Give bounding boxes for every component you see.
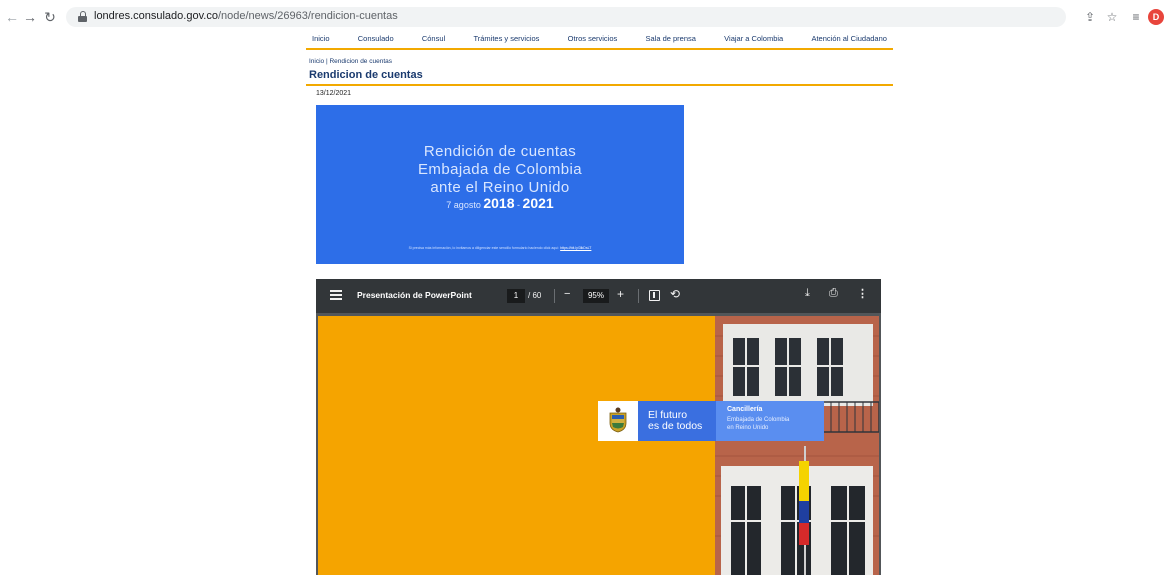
reload-icon[interactable]: ↻	[42, 9, 58, 25]
nav-item-inicio[interactable]: Inicio	[312, 34, 330, 48]
more-vertical-icon[interactable]: ⋮	[857, 287, 868, 300]
nav-item-tramites[interactable]: Trámites y servicios	[473, 34, 539, 48]
reading-list-icon[interactable]: ≡	[1128, 9, 1144, 25]
forward-icon[interactable]: →	[22, 9, 38, 25]
motto-text: El futuro es de todos	[648, 410, 702, 432]
banner-note-text: Si precisa más información, lo invitamos…	[408, 246, 560, 250]
org-subtitle: Embajada de Colombia en Reino Unido	[727, 416, 789, 432]
page-title: Rendicion de cuentas	[309, 69, 423, 81]
fit-page-icon[interactable]	[649, 290, 660, 301]
cancilleria-label-block: Cancillería Embajada de Colombia en Rein…	[716, 401, 824, 441]
back-icon[interactable]: ←	[4, 9, 20, 25]
logo-background	[598, 401, 638, 441]
year-separator: -	[517, 200, 521, 210]
org-line-1: Embajada de Colombia	[727, 417, 790, 423]
breadcrumb[interactable]: Inicio | Rendicion de cuentas	[309, 58, 392, 65]
org-line-2: en Reino Unido	[727, 425, 769, 431]
url-path: /node/news/26963/rendicion-cuentas	[217, 10, 398, 22]
motto-line-2: es de todos	[648, 420, 703, 432]
url-host: londres.consulado.gov.co	[94, 10, 218, 22]
banner-period: 7 agosto 2018 - 2021	[316, 195, 684, 211]
nav-item-sala-de-prensa[interactable]: Sala de prensa	[645, 34, 695, 48]
menu-icon[interactable]	[330, 290, 342, 300]
nav-item-otros-servicios[interactable]: Otros servicios	[568, 34, 618, 48]
nav-item-viajar[interactable]: Viajar a Colombia	[724, 34, 783, 48]
building-illustration	[715, 316, 879, 575]
share-icon[interactable]: ⇪	[1082, 9, 1098, 25]
title-divider	[306, 84, 893, 86]
period-prefix: 7 agosto	[446, 200, 481, 210]
zoom-in-icon[interactable]: +	[617, 287, 624, 301]
banner-line-2: Embajada de Colombia	[418, 161, 582, 178]
toolbar-divider	[638, 289, 639, 303]
page-total: / 60	[528, 291, 542, 300]
page-number-input[interactable]: 1	[507, 289, 525, 303]
post-date: 13/12/2021	[316, 90, 352, 97]
embassy-building-photo	[715, 316, 879, 575]
banner-note-link[interactable]: https://bit.ly/3lkDsLT	[560, 246, 591, 250]
pdf-toolbar: Presentación de PowerPoint 1 / 60 − 95% …	[316, 279, 881, 313]
lock-icon[interactable]	[78, 11, 87, 22]
nav-divider	[306, 48, 893, 50]
year-end: 2021	[522, 195, 554, 211]
site-nav: Inicio Consulado Cónsul Trámites y servi…	[306, 34, 893, 48]
pdf-slide: El futuro es de todos Cancillería Embaja…	[318, 316, 879, 575]
toolbar-divider	[554, 289, 555, 303]
nav-item-consulado[interactable]: Consulado	[358, 34, 394, 48]
zoom-out-icon[interactable]: −	[564, 288, 570, 300]
nav-item-atencion[interactable]: Atención al Ciudadano	[811, 34, 886, 48]
banner-line-3: ante el Reino Unido	[430, 179, 570, 196]
star-icon[interactable]: ☆	[1104, 9, 1120, 25]
report-banner: Rendición de cuentas Embajada de Colombi…	[316, 105, 684, 264]
banner-line-1: Rendición de cuentas	[423, 143, 577, 160]
profile-avatar[interactable]: D	[1148, 9, 1164, 25]
pdf-title: Presentación de PowerPoint	[357, 290, 472, 300]
url-text[interactable]: londres.consulado.gov.co/node/news/26963…	[94, 10, 398, 22]
nav-item-consul[interactable]: Cónsul	[422, 34, 445, 48]
org-title: Cancillería	[727, 406, 763, 413]
browser-toolbar: ← → ↻ londres.consulado.gov.co/node/news…	[0, 0, 1174, 34]
government-logo-block: El futuro es de todos	[598, 401, 716, 441]
print-icon[interactable]: ⎙	[829, 287, 838, 300]
pdf-viewer[interactable]: Presentación de PowerPoint 1 / 60 − 95% …	[316, 279, 881, 575]
download-icon[interactable]: ⤓	[805, 287, 810, 300]
coat-of-arms-icon	[609, 407, 627, 433]
year-start: 2018	[483, 195, 515, 211]
rotate-icon[interactable]: ⟲	[670, 287, 680, 301]
zoom-level-input[interactable]: 95%	[583, 289, 609, 303]
banner-note: Si precisa más información, lo invitamos…	[316, 246, 684, 250]
address-bar[interactable]: londres.consulado.gov.co/node/news/26963…	[66, 7, 1066, 27]
